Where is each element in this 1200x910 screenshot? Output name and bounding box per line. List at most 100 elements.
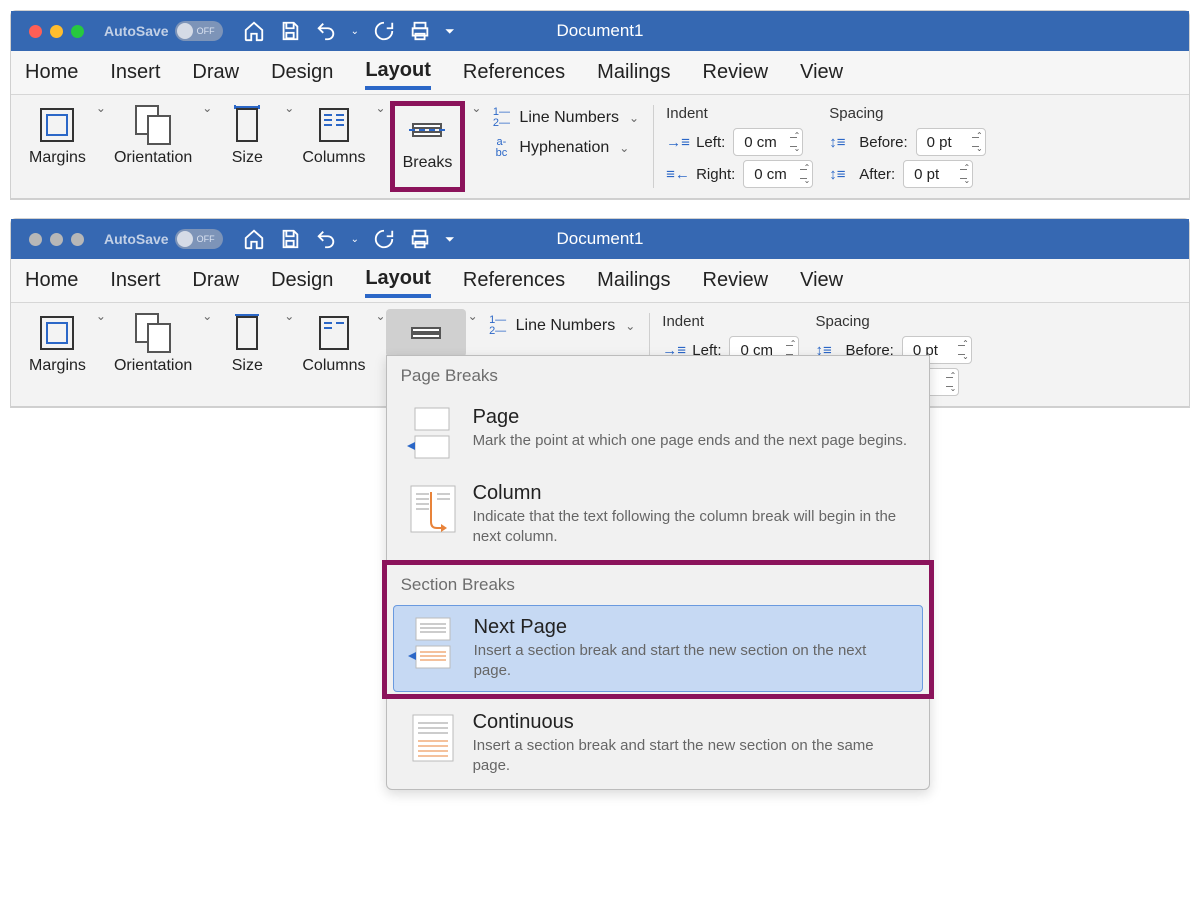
- tab-design[interactable]: Design: [271, 61, 333, 84]
- tab-references[interactable]: References: [463, 61, 565, 84]
- ribbon-tabs: Home Insert Draw Design Layout Reference…: [11, 51, 1189, 95]
- chevron-down-icon[interactable]: ⌄: [284, 101, 294, 192]
- section-breaks-highlight: Section Breaks Next Page Insert a sectio…: [382, 560, 934, 700]
- hyphenation-icon: a-bc: [491, 137, 511, 159]
- print-icon[interactable]: [409, 228, 431, 250]
- line-numbers-button[interactable]: 1—2— Line Numbers⌄: [491, 107, 639, 129]
- autosave-label: AutoSave: [104, 23, 169, 39]
- spacing-before-input[interactable]: 0 pt⌃⌄: [916, 128, 986, 156]
- tab-design[interactable]: Design: [271, 269, 333, 292]
- dropdown-header-page-breaks: Page Breaks: [387, 356, 929, 394]
- tab-draw[interactable]: Draw: [192, 269, 239, 292]
- home-icon[interactable]: [243, 20, 265, 42]
- menu-item-column-break[interactable]: Column Indicate that the text following …: [393, 472, 923, 558]
- spacing-before-icon: ↕≡: [829, 134, 851, 151]
- breaks-button[interactable]: Breaks: [390, 101, 466, 192]
- minimize-button[interactable]: [50, 25, 63, 38]
- word-window-bottom: AutoSave OFF ⌄ ⏷ Document1 Home Insert D…: [10, 218, 1190, 408]
- continuous-icon: [407, 711, 459, 765]
- breaks-button-wrap: Page Breaks Page Mark the point at which…: [386, 309, 466, 400]
- tab-layout[interactable]: Layout: [365, 267, 431, 298]
- dropdown-header-section-breaks: Section Breaks: [387, 565, 929, 603]
- margins-button[interactable]: Margins: [21, 309, 94, 400]
- breaks-dropdown: Page Breaks Page Mark the point at which…: [386, 355, 930, 790]
- autosave-label: AutoSave: [104, 231, 169, 247]
- margins-button[interactable]: Margins: [21, 101, 94, 192]
- undo-dropdown-icon[interactable]: ⌄: [351, 26, 359, 37]
- zoom-button[interactable]: [71, 233, 84, 246]
- spacing-after-input[interactable]: 0 pt⌃⌄: [903, 160, 973, 188]
- columns-button[interactable]: Columns: [294, 309, 373, 400]
- tab-view[interactable]: View: [800, 269, 843, 292]
- chevron-down-icon[interactable]: ⌄: [96, 309, 106, 400]
- ribbon-layout: Margins ⌄ Orientation ⌄ Size ⌄ Columns ⌄…: [11, 95, 1189, 199]
- tab-review[interactable]: Review: [703, 269, 769, 292]
- line-numbers-icon: 1—2—: [491, 107, 511, 129]
- save-icon[interactable]: [279, 228, 301, 250]
- menu-item-continuous[interactable]: Continuous Insert a section break and st…: [393, 701, 923, 787]
- ribbon-layout: Margins ⌄ Orientation ⌄ Size ⌄ Columns ⌄…: [11, 303, 1189, 407]
- titlebar: AutoSave OFF ⌄ ⏷ Document1: [11, 11, 1189, 51]
- quick-access-toolbar: ⌄ ⏷: [243, 20, 455, 42]
- tab-view[interactable]: View: [800, 61, 843, 84]
- menu-item-page-break[interactable]: Page Mark the point at which one page en…: [393, 396, 923, 470]
- quick-access-toolbar: ⌄ ⏷: [243, 228, 455, 250]
- indent-group: Indent →≡Left: 0 cm⌃⌄ ≡←Right: 0 cm⌃⌄: [658, 101, 821, 192]
- tab-review[interactable]: Review: [703, 61, 769, 84]
- save-icon[interactable]: [279, 20, 301, 42]
- undo-icon[interactable]: [315, 228, 337, 250]
- redo-icon[interactable]: [373, 228, 395, 250]
- chevron-down-icon[interactable]: ⌄: [376, 309, 386, 400]
- size-button[interactable]: Size: [212, 309, 282, 400]
- chevron-down-icon[interactable]: ⌄: [202, 101, 212, 192]
- menu-item-next-page[interactable]: Next Page Insert a section break and sta…: [393, 605, 923, 693]
- titlebar: AutoSave OFF ⌄ ⏷ Document1: [11, 219, 1189, 259]
- redo-icon[interactable]: [373, 20, 395, 42]
- ribbon-tabs: Home Insert Draw Design Layout Reference…: [11, 259, 1189, 303]
- qat-customize-icon[interactable]: ⏷: [445, 232, 455, 247]
- line-numbers-icon: 1—2—: [488, 315, 508, 337]
- group-divider: [653, 105, 654, 188]
- size-button[interactable]: Size: [212, 101, 282, 192]
- chevron-down-icon[interactable]: ⌄: [202, 309, 212, 400]
- indent-right-icon: ≡←: [666, 166, 688, 183]
- print-icon[interactable]: [409, 20, 431, 42]
- undo-dropdown-icon[interactable]: ⌄: [351, 234, 359, 245]
- tab-draw[interactable]: Draw: [192, 61, 239, 84]
- breaks-icon: [407, 110, 447, 150]
- tab-insert[interactable]: Insert: [110, 269, 160, 292]
- chevron-down-icon[interactable]: ⌄: [96, 101, 106, 192]
- spacing-group: Spacing ↕≡Before: 0 pt⌃⌄ ↕≡After: 0 pt⌃⌄: [821, 101, 993, 192]
- close-button[interactable]: [29, 233, 42, 246]
- tab-insert[interactable]: Insert: [110, 61, 160, 84]
- indent-right-input[interactable]: 0 cm⌃⌄: [743, 160, 813, 188]
- hyphenation-button[interactable]: a-bc Hyphenation⌄: [491, 137, 639, 159]
- breaks-button[interactable]: [386, 309, 466, 357]
- chevron-down-icon[interactable]: ⌄: [284, 309, 294, 400]
- window-controls: [29, 233, 84, 246]
- orientation-button[interactable]: Orientation: [106, 101, 200, 192]
- line-numbers-button[interactable]: 1—2— Line Numbers⌄: [488, 315, 636, 337]
- column-break-icon: [407, 482, 459, 536]
- tab-mailings[interactable]: Mailings: [597, 269, 670, 292]
- close-button[interactable]: [29, 25, 42, 38]
- window-controls: [29, 25, 84, 38]
- autosave-toggle[interactable]: OFF: [175, 229, 223, 249]
- tab-layout[interactable]: Layout: [365, 59, 431, 90]
- tab-references[interactable]: References: [463, 269, 565, 292]
- indent-left-input[interactable]: 0 cm⌃⌄: [733, 128, 803, 156]
- tab-home[interactable]: Home: [25, 269, 78, 292]
- home-icon[interactable]: [243, 228, 265, 250]
- tab-mailings[interactable]: Mailings: [597, 61, 670, 84]
- breaks-icon: [406, 313, 446, 353]
- undo-icon[interactable]: [315, 20, 337, 42]
- zoom-button[interactable]: [71, 25, 84, 38]
- chevron-down-icon[interactable]: ⌄: [376, 101, 386, 192]
- orientation-button[interactable]: Orientation: [106, 309, 200, 400]
- autosave-toggle[interactable]: OFF: [175, 21, 223, 41]
- qat-customize-icon[interactable]: ⏷: [445, 24, 455, 39]
- chevron-down-icon[interactable]: ⌄: [471, 101, 481, 192]
- columns-button[interactable]: Columns: [294, 101, 373, 192]
- tab-home[interactable]: Home: [25, 61, 78, 84]
- minimize-button[interactable]: [50, 233, 63, 246]
